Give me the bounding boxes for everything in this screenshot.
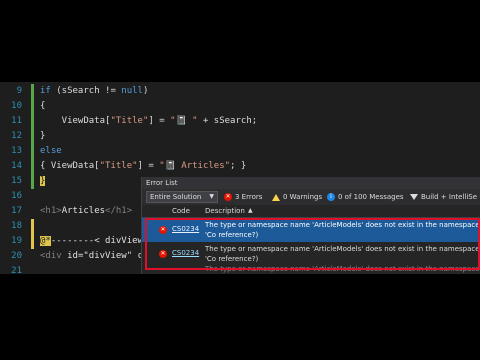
code-text: <h1>Articles</h1> [40, 204, 132, 219]
code-token: "Title" [110, 116, 149, 126]
code-token: </h1> [105, 206, 133, 216]
error-list-toolbar: Entire Solution ▼ ✕ 3 Errors 0 Warnings … [142, 189, 480, 205]
build-filter-button[interactable]: Build + IntelliSe [410, 191, 477, 203]
line-number: 17 [11, 206, 22, 216]
code-token: else [40, 146, 62, 156]
build-label: Build + IntelliSe [421, 193, 478, 201]
highlight-box [145, 218, 480, 270]
column-code[interactable]: Code [172, 205, 190, 217]
code-token: <h1> [40, 206, 62, 216]
code-token: Articles [61, 206, 106, 216]
code-token: ) [142, 86, 149, 96]
code-token: ] = [148, 116, 171, 126]
error-icon: ✕ [224, 193, 232, 201]
code-text: @*--------< divView > [40, 234, 154, 249]
chevron-down-icon: ▼ [209, 193, 214, 200]
errors-filter-button[interactable]: ✕ 3 Errors [224, 191, 262, 203]
line-number: 9 [16, 86, 22, 96]
code-line[interactable]: 13 else [0, 144, 480, 159]
code-token: } [40, 176, 46, 186]
code-token: @* [40, 236, 51, 246]
code-line[interactable]: 14 { ViewData["Title"] = "📓 Articles"; } [0, 159, 480, 174]
code-text: <div id="divView" cla [40, 249, 154, 264]
code-token: "📓 " [170, 116, 198, 126]
errors-label: 3 Errors [235, 193, 263, 201]
line-number: 10 [11, 101, 22, 111]
line-number: 14 [11, 161, 22, 171]
code-text: } [40, 174, 46, 189]
filter-icon [410, 194, 418, 200]
code-token: if [40, 86, 51, 96]
code-text: else [40, 144, 62, 159]
code-text: } [40, 129, 45, 144]
code-token: "📓 Articles" [159, 161, 231, 171]
code-token: + sSearch; [197, 116, 258, 126]
code-token: (sSearch != [50, 86, 122, 96]
change-indicator [31, 219, 34, 249]
code-line[interactable]: 9 if (sSearch != null) [0, 84, 480, 99]
messages-label: 0 of 100 Messages [338, 193, 404, 201]
code-token: --------< divView > [50, 236, 154, 246]
messages-filter-button[interactable]: i 0 of 100 Messages [327, 191, 404, 203]
code-text: { ViewData["Title"] = "📓 Articles"; } [40, 159, 246, 174]
line-number: 16 [11, 191, 22, 201]
error-list-title: Error List [142, 177, 480, 189]
code-token: { ViewData[ [40, 161, 100, 171]
line-number: 20 [11, 251, 22, 261]
code-token: ] = [137, 161, 160, 171]
scope-dropdown[interactable]: Entire Solution ▼ [146, 191, 218, 203]
error-list-header: Code Description ▲ [142, 205, 480, 218]
code-line[interactable]: 11 ViewData["Title"] = "📓 " + sSearch; [0, 114, 480, 129]
line-number: 11 [11, 116, 22, 126]
code-token: null [121, 86, 143, 96]
info-icon: i [327, 193, 335, 201]
warnings-filter-button[interactable]: 0 Warnings [272, 191, 322, 203]
line-number: 19 [11, 236, 22, 246]
line-number: 12 [11, 131, 22, 141]
code-token: } [40, 131, 46, 141]
code-text: ViewData["Title"] = "📓 " + sSearch; [40, 114, 257, 129]
code-token: "Title" [99, 161, 138, 171]
code-line[interactable]: 10 { [0, 99, 480, 114]
code-text: { [40, 99, 45, 114]
code-token: id="divView" cla [61, 251, 154, 261]
code-token: { [40, 101, 46, 111]
code-token: <div [40, 251, 62, 261]
scope-label: Entire Solution [150, 193, 202, 201]
code-text: if (sSearch != null) [40, 84, 148, 99]
sort-ascending-icon: ▲ [248, 207, 253, 214]
code-token: ; } [230, 161, 247, 171]
line-number: 21 [11, 266, 22, 274]
change-indicator [31, 84, 34, 189]
warning-icon [272, 193, 280, 201]
warnings-label: 0 Warnings [283, 193, 323, 201]
line-number: 15 [11, 176, 22, 186]
code-token: ViewData[ [40, 116, 111, 126]
column-description[interactable]: Description [205, 205, 245, 217]
line-number: 18 [11, 221, 22, 231]
code-line[interactable]: 12} [0, 129, 480, 144]
line-number: 13 [11, 146, 22, 156]
